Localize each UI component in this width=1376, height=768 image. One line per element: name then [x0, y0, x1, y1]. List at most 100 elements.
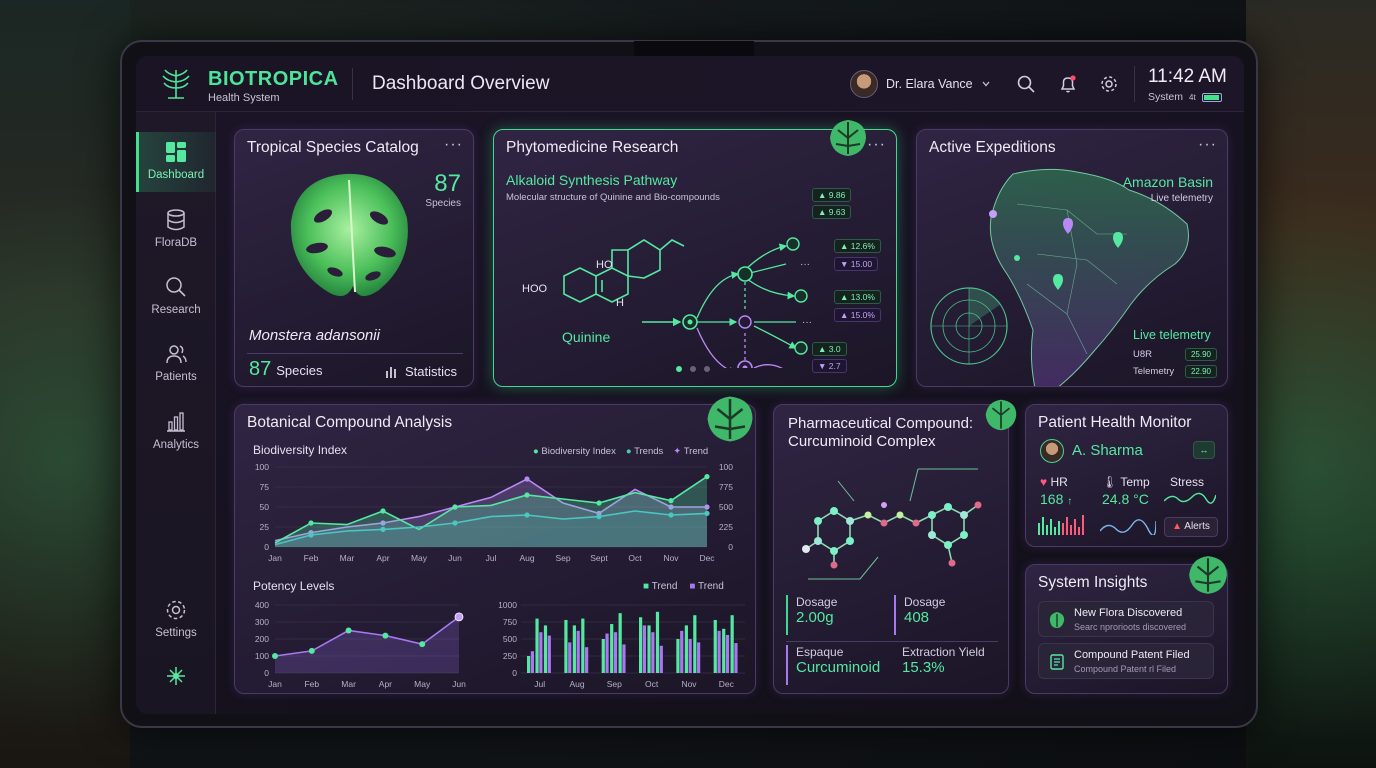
- carousel-dot[interactable]: [690, 366, 696, 372]
- data-point: [454, 612, 464, 622]
- data-point: [272, 653, 278, 659]
- bar-trend-green: [543, 625, 548, 673]
- metric-value: Curcuminoid: [796, 659, 881, 676]
- bar-trend-violet: [680, 630, 684, 673]
- statistics-button[interactable]: Statistics: [385, 364, 457, 379]
- insight-item-flora[interactable]: New Flora Discovered Searc nprorioots di…: [1038, 601, 1214, 637]
- carousel-dot-active[interactable]: [676, 366, 682, 372]
- metric-value: 408: [904, 609, 930, 626]
- sidebar-item-research[interactable]: Research: [136, 267, 216, 327]
- y-tick-label: 500: [503, 634, 517, 644]
- search-icon[interactable]: [1016, 74, 1036, 94]
- trend-bar-chart: 1000 750 500 250 0 Jul Aug Sep Oct Nov Dec: [498, 600, 745, 689]
- carousel-dots[interactable]: [676, 366, 710, 372]
- y-tick-label: 0: [264, 542, 269, 552]
- x-tick-label: Jan: [268, 679, 282, 689]
- user-menu[interactable]: Dr. Elara Vance: [850, 70, 991, 98]
- system-signal: 4t: [1189, 92, 1196, 102]
- insight-sub: Compound Patent rl Filed: [1074, 664, 1177, 674]
- x-tick-label: Jul: [534, 679, 545, 689]
- y-tick-label: 0: [512, 668, 517, 678]
- sidebar-item-label: FloraDB: [154, 237, 198, 249]
- bar-trend-green: [527, 656, 531, 673]
- metric-espaque: Espaque Curcuminoid: [786, 645, 890, 685]
- potency-title: Potency Levels: [253, 579, 335, 593]
- value-pill: ▼ 2.7: [812, 359, 847, 373]
- atom-label-ho: HO: [596, 259, 613, 271]
- value-pill: ▲ 9.63: [812, 205, 852, 219]
- bell-icon[interactable]: [1058, 74, 1078, 94]
- legend-item: ■ Trend: [643, 581, 678, 592]
- pharma-card: Pharmaceutical Compound: Curcuminoid Com…: [773, 404, 1009, 694]
- data-point: [596, 514, 602, 520]
- more-icon[interactable]: ···: [867, 136, 886, 154]
- insight-item-patent[interactable]: Compound Patent Filed Compound Patent rl…: [1038, 643, 1214, 679]
- card-title: Patient Health Monitor: [1038, 414, 1192, 431]
- bar-trend-violet: [725, 634, 730, 673]
- biodiversity-chart: 10075502501007755002250Jan Feb Mar Apr May Ju…: [255, 462, 733, 563]
- more-icon[interactable]: ···: [444, 136, 463, 154]
- leaf-icon: [1049, 612, 1065, 628]
- data-point: [524, 512, 530, 518]
- y-right-tick-label: 775: [719, 482, 733, 492]
- x-tick-label: Aug: [519, 553, 534, 563]
- bar-trend-green: [676, 639, 680, 673]
- sidebar-item-patients[interactable]: Patients: [136, 334, 216, 394]
- card-title: Phytomedicine Research: [506, 139, 679, 156]
- alerts-button[interactable]: ▲ Alerts: [1164, 517, 1218, 537]
- pharma-metrics: Dosage 2.00g Dosage 408 Espaque Curcumin…: [786, 595, 998, 685]
- bar-trend-green: [722, 628, 726, 673]
- y-tick-label: 75: [260, 482, 270, 492]
- sidebar-item-settings[interactable]: Settings: [136, 590, 216, 650]
- monstera-leaf-icon: [707, 396, 753, 442]
- sidebar-item-dashboard[interactable]: Dashboard: [136, 132, 216, 192]
- data-point: [668, 498, 674, 504]
- users-icon: [166, 345, 187, 364]
- species-footer-count: 87 Species: [249, 358, 323, 381]
- species-count-label: Species: [425, 198, 461, 209]
- monstera-leaf-icon: [985, 399, 1017, 431]
- bar-trend-violet: [622, 644, 626, 673]
- leaf-logo-icon: [162, 69, 190, 99]
- bar-trend-green: [639, 617, 643, 673]
- sidebar-item-analytics[interactable]: Analytics: [136, 402, 216, 462]
- bar-chart-icon: [386, 366, 396, 378]
- hr-value: 168: [1040, 491, 1064, 507]
- telemetry-row: U8R 25.90: [1133, 348, 1217, 361]
- x-tick-label: Jan: [268, 553, 282, 563]
- y-tick-label: 250: [503, 651, 517, 661]
- more-icon[interactable]: ···: [1198, 136, 1217, 154]
- sidebar-item-label: Settings: [155, 627, 197, 639]
- card-title: Tropical Species Catalog: [247, 139, 419, 156]
- value-pill: ▲ 12.6%: [834, 239, 881, 253]
- document-icon: [1050, 654, 1064, 670]
- carousel-dot[interactable]: [704, 366, 710, 372]
- bar-trend-violet: [642, 625, 646, 673]
- sidebar-item-floradb[interactable]: FloraDB: [136, 200, 216, 260]
- patient-avatar: [1040, 439, 1064, 463]
- x-tick-label: May: [411, 553, 428, 563]
- insight-title: New Flora Discovered: [1074, 607, 1183, 619]
- bar-trend-green: [730, 615, 734, 673]
- x-tick-label: Sep: [607, 679, 622, 689]
- potency-chart: 400 300 200 100 0Jan Feb Mar Apr May Jun: [255, 600, 466, 689]
- x-tick-label: Feb: [304, 553, 319, 563]
- system-status: System 4t: [1148, 91, 1222, 103]
- data-point: [380, 508, 386, 514]
- gear-icon[interactable]: [1099, 74, 1119, 94]
- atom-label-h: H: [616, 297, 624, 309]
- svg-text:···: ···: [800, 259, 810, 270]
- sparkle-leaf-icon[interactable]: [164, 664, 188, 688]
- data-point: [524, 476, 530, 482]
- bar-trend-violet: [585, 647, 589, 673]
- y-right-tick-label: 225: [719, 522, 733, 532]
- hr-label: HR: [1050, 475, 1068, 489]
- species-count: 87 Species: [425, 170, 461, 209]
- sync-icon[interactable]: ↔: [1193, 441, 1215, 459]
- tablet-frame: BIOTROPICA Health System Dashboard Overv…: [120, 40, 1258, 728]
- bar-trend-violet: [659, 645, 663, 673]
- y-tick-label: 100: [255, 651, 269, 661]
- patient-monitor-card: Patient Health Monitor A. Sharma ↔ ♥ HR …: [1025, 404, 1228, 547]
- bar-trend-violet: [688, 639, 692, 673]
- x-tick-label: Dec: [699, 553, 715, 563]
